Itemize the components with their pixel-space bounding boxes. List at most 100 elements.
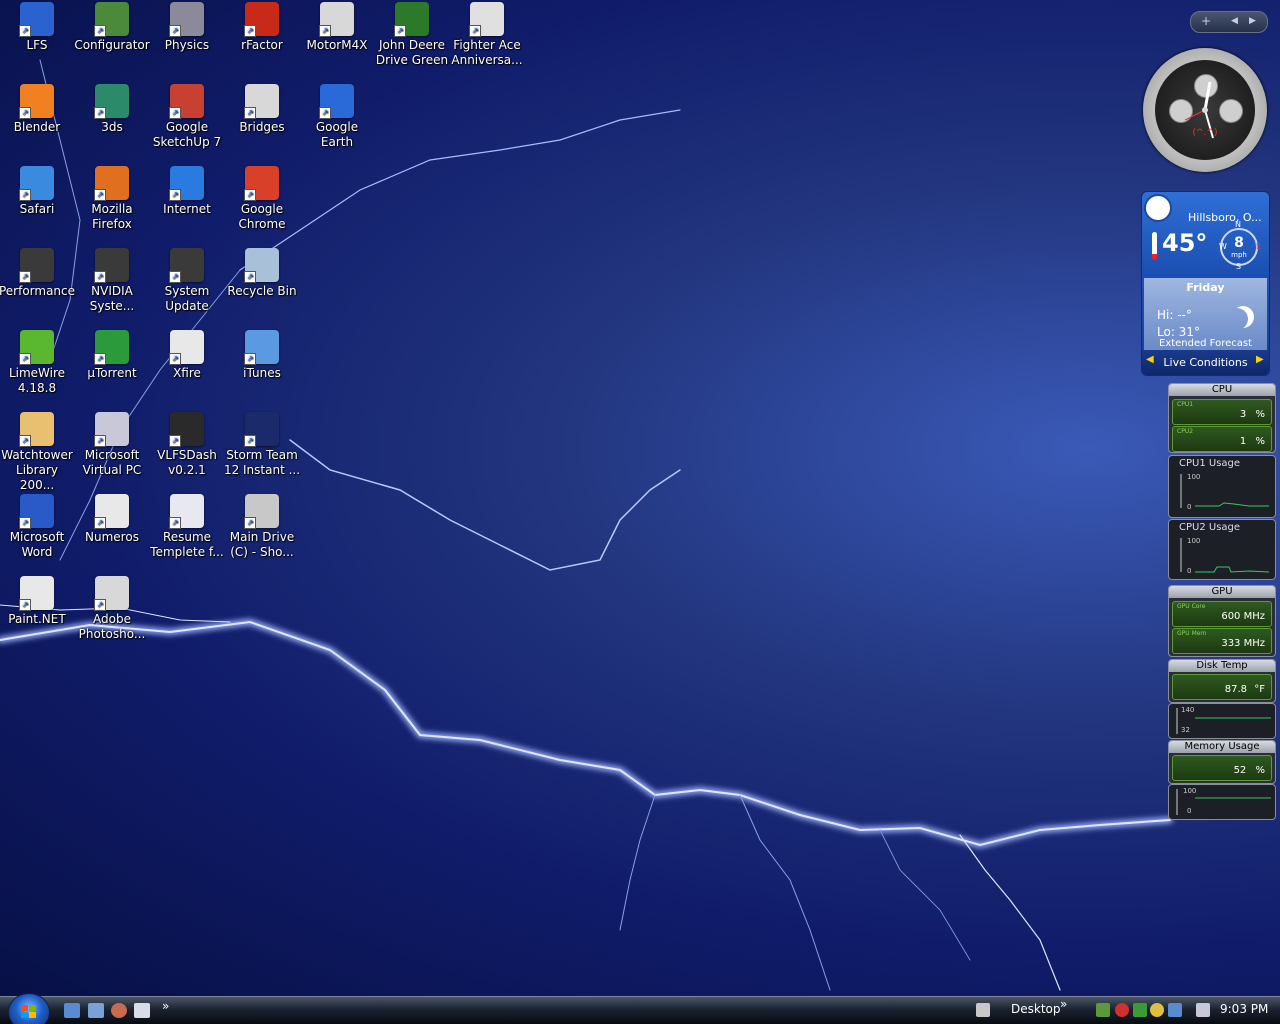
- network-tray-icon[interactable]: [1168, 1003, 1182, 1017]
- desktop-icon-label: Safari: [19, 202, 55, 216]
- desktop-icon-main-drive-c-sho[interactable]: ↗ Main Drive (C) - Sho...: [223, 494, 301, 560]
- desktop-icon-label: VLFSDash v0.2.1: [157, 448, 217, 477]
- desktop-icon-google-sketchup-7[interactable]: ↗ Google SketchUp 7: [148, 84, 226, 150]
- disk-temp-gadget[interactable]: Disk Temp 87.8 °F: [1168, 659, 1276, 703]
- desktop-icon-bridges[interactable]: ↗ Bridges: [223, 84, 301, 135]
- start-button[interactable]: [8, 993, 50, 1024]
- desktop-icon-watchtower-library-200[interactable]: ↗ Watchtower Library 200...: [0, 412, 76, 493]
- windows-logo-icon: [21, 1005, 36, 1018]
- john-deere-icon: ↗: [394, 2, 429, 37]
- sidebar-controls: + ◀ ▶: [1190, 11, 1268, 33]
- desktop-icon-google-earth[interactable]: ↗ Google Earth: [298, 84, 376, 150]
- desktop-icon-nvidia-syste[interactable]: ↗ NVIDIA Syste...: [73, 248, 151, 314]
- desktop-icon-label: Bridges: [239, 120, 285, 134]
- word-document-icon: ↗: [169, 494, 204, 529]
- desktop-toolbar-overflow-button[interactable]: »: [1060, 997, 1067, 1011]
- desktop-icon-label: Fighter Ace Anniversa...: [451, 38, 523, 67]
- compass-w: W: [1219, 242, 1227, 251]
- desktop-icon-limewire-4-18-8[interactable]: ↗ LimeWire 4.18.8: [0, 330, 76, 396]
- clock-face: (^.^): [1155, 60, 1255, 160]
- shortcut-arrow-icon: ↗: [394, 25, 406, 37]
- desktop-icon-john-deere-drive-green[interactable]: ↗ John Deere Drive Green: [373, 2, 451, 68]
- sidebar-next-button[interactable]: ▶: [1249, 16, 1256, 26]
- virtual-pc-icon: ↗: [94, 412, 129, 447]
- desktop-icon-3ds[interactable]: ↗ 3ds: [73, 84, 151, 135]
- add-gadget-button[interactable]: +: [1201, 14, 1211, 28]
- desktop-icon-label: Google SketchUp 7: [152, 120, 222, 149]
- tablet-input-icon[interactable]: [976, 1003, 990, 1017]
- desktop-icon-itunes[interactable]: ↗ iTunes: [223, 330, 301, 381]
- cpu-meter-gadget[interactable]: CPU CPU1 3 % CPU2 1 %: [1168, 383, 1276, 453]
- desktop-icon-fighter-ace-anniversa[interactable]: ↗ Fighter Ace Anniversa...: [448, 2, 526, 68]
- desktop-icon-numeros[interactable]: ↗ Numeros: [73, 494, 151, 545]
- safari-icon: ↗: [19, 166, 54, 201]
- desktop-icon-torrent[interactable]: ↗ µTorrent: [73, 330, 151, 381]
- desktop-icon-label: LFS: [26, 38, 48, 52]
- desktop-icon-recycle-bin[interactable]: ↗ Recycle Bin: [223, 248, 301, 299]
- shortcut-arrow-icon: ↗: [169, 25, 181, 37]
- paintnet-icon: ↗: [19, 576, 54, 611]
- disk-temp-value: 87.8 °F: [1224, 684, 1265, 695]
- configurator-icon: ↗: [94, 2, 129, 37]
- desktop-icon-resume-templete-f[interactable]: ↗ Resume Templete f...: [148, 494, 226, 560]
- desktop-icon-xfire[interactable]: ↗ Xfire: [148, 330, 226, 381]
- desktop-icon-google-chrome[interactable]: ↗ Google Chrome: [223, 166, 301, 232]
- cpu2-usage-graph[interactable]: CPU2 Usage 100 0: [1168, 519, 1276, 580]
- weather-gadget[interactable]: Hillsboro, O... 45° 8 mph N S W E Friday…: [1141, 191, 1270, 376]
- desktop-icon-paint-net[interactable]: ↗ Paint.NET: [0, 576, 76, 627]
- memory-usage-gadget[interactable]: Memory Usage 52 %: [1168, 740, 1276, 784]
- messenger-tray-icon[interactable]: [1150, 1003, 1164, 1017]
- shortcut-arrow-icon: ↗: [244, 107, 256, 119]
- shortcut-arrow-icon: ↗: [244, 435, 256, 447]
- desktop-icon-label: Adobe Photosho...: [78, 612, 146, 641]
- show-desktop-icon[interactable]: [64, 1003, 80, 1018]
- desktop-icon-configurator[interactable]: ↗ Configurator: [73, 2, 151, 53]
- desktop-icon-vlfsdash-v0-2-1[interactable]: ↗ VLFSDash v0.2.1: [148, 412, 226, 478]
- desktop-icon-rfactor[interactable]: ↗ rFactor: [223, 2, 301, 53]
- volume-icon[interactable]: [1196, 1003, 1210, 1017]
- google-earth-icon: ↗: [319, 84, 354, 119]
- extended-forecast-link[interactable]: Extended Forecast: [1144, 338, 1267, 349]
- desktop-icon-mozilla-firefox[interactable]: ↗ Mozilla Firefox: [73, 166, 151, 232]
- desktop-icon-physics[interactable]: ↗ Physics: [148, 2, 226, 53]
- shortcut-arrow-icon: ↗: [94, 517, 106, 529]
- quicklaunch-window-icon[interactable]: [134, 1003, 150, 1018]
- switch-windows-icon[interactable]: [88, 1003, 104, 1018]
- security-alert-icon[interactable]: [1115, 1003, 1129, 1017]
- taskbar-clock[interactable]: 9:03 PM: [1220, 1002, 1268, 1016]
- desktop-icon-performance[interactable]: ↗ Performance: [0, 248, 76, 299]
- desktop-icon-system-update[interactable]: ↗ System Update: [148, 248, 226, 314]
- gpu-meter-gadget[interactable]: GPU GPU Core 600 MHz GPU Mem 333 MHz: [1168, 585, 1276, 657]
- disk-temp-bar: 87.8 °F: [1172, 674, 1272, 700]
- shortcut-arrow-icon: ↗: [169, 517, 181, 529]
- desktop-icon-storm-team-12-instant[interactable]: ↗ Storm Team 12 Instant ...: [223, 412, 301, 478]
- desktop-icon-label: Watchtower Library 200...: [1, 448, 73, 492]
- desktop-icon-safari[interactable]: ↗ Safari: [0, 166, 76, 217]
- desktop-icon-internet[interactable]: ↗ Internet: [148, 166, 226, 217]
- quicklaunch-overflow-button[interactable]: »: [162, 999, 169, 1013]
- check-tray-icon[interactable]: [1133, 1003, 1147, 1017]
- quicklaunch-app-icon[interactable]: [111, 1003, 127, 1018]
- clock-gadget[interactable]: (^.^): [1143, 48, 1267, 172]
- vlfsdash-icon: ↗: [169, 412, 204, 447]
- sidebar-prev-button[interactable]: ◀: [1231, 16, 1238, 26]
- desktop-icon-adobe-photosho[interactable]: ↗ Adobe Photosho...: [73, 576, 151, 642]
- cpu2-value: 1 %: [1239, 436, 1265, 447]
- cpu2-bar: CPU2 1 %: [1172, 426, 1272, 452]
- gpu-core-value: 600 MHz: [1221, 611, 1265, 622]
- gpu-mem-bar: GPU Mem 333 MHz: [1172, 628, 1272, 654]
- shortcut-arrow-icon: ↗: [94, 107, 106, 119]
- live-conditions-link[interactable]: Live Conditions: [1142, 356, 1269, 369]
- desktop-icon-blender[interactable]: ↗ Blender: [0, 84, 76, 135]
- desktop-icon-microsoft-word[interactable]: ↗ Microsoft Word: [0, 494, 76, 560]
- desktop-icon-lfs[interactable]: ↗ LFS: [0, 2, 76, 53]
- nvidia-tray-icon[interactable]: [1096, 1003, 1110, 1017]
- desktop-icon-label: Performance: [0, 284, 76, 298]
- cpu1-usage-graph[interactable]: CPU1 Usage 100 0: [1168, 455, 1276, 518]
- desktop-icon-motorm4x[interactable]: ↗ MotorM4X: [298, 2, 376, 53]
- desktop-icon-microsoft-virtual-pc[interactable]: ↗ Microsoft Virtual PC: [73, 412, 151, 478]
- desktop-toolbar-label[interactable]: Desktop: [1011, 1002, 1061, 1016]
- weather-next-button[interactable]: ▶: [1256, 354, 1264, 365]
- forecast-hi: Hi: --°: [1157, 308, 1192, 322]
- memory-graph-line: [1176, 789, 1271, 815]
